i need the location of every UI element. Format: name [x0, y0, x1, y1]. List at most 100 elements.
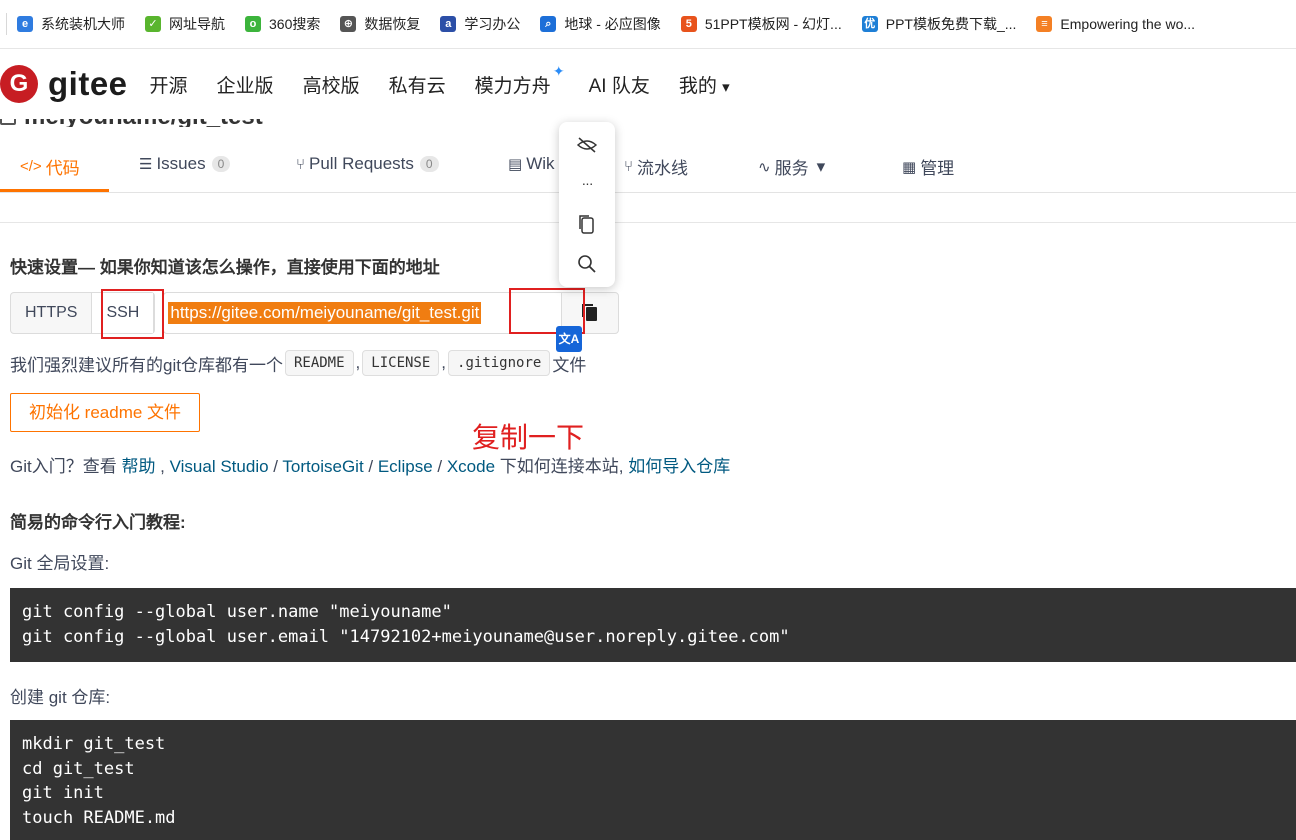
- create-repo-label: 创建 git 仓库:: [10, 688, 111, 707]
- translate-icon[interactable]: 文A: [556, 326, 582, 352]
- visual-studio-link[interactable]: Visual Studio: [170, 457, 269, 476]
- search-popup-button[interactable]: [559, 249, 615, 279]
- active-tab-underline: [0, 189, 109, 192]
- https-button[interactable]: HTTPS: [11, 293, 91, 333]
- tab-wiki-label: Wik: [526, 154, 555, 173]
- repo-title[interactable]: meiyouname/git_test: [24, 119, 263, 127]
- git-intro-prefix: Git入门？查看: [10, 457, 122, 476]
- bookmark-label: 系统装机大师: [41, 16, 125, 32]
- more-options-button[interactable]: ···: [559, 168, 615, 198]
- eclipse-link[interactable]: Eclipse: [378, 457, 433, 476]
- manage-icon: ▦: [902, 158, 917, 176]
- nav-open-source[interactable]: 开源: [150, 71, 188, 98]
- book-icon: ▤: [508, 156, 523, 173]
- tab-manage-label: 管理: [920, 159, 955, 178]
- search-icon: [578, 255, 596, 273]
- repo-icon: [0, 119, 16, 125]
- tab-issues[interactable]: ☰ Issues 0: [139, 154, 231, 174]
- xcode-link[interactable]: Xcode: [447, 457, 495, 476]
- pulse-icon: ∿: [758, 158, 771, 176]
- nav-mine[interactable]: 我的 ▾: [679, 71, 730, 98]
- search-icon: ⌕: [540, 16, 557, 32]
- create-repo-code: mkdir git_test cd git_test git init touc…: [10, 720, 1296, 840]
- issues-count-badge: 0: [211, 156, 231, 172]
- bookmark-item[interactable]: 5 51PPT模板网 - 幻灯...: [680, 14, 842, 34]
- you-icon: 优: [861, 16, 878, 32]
- bookmark-item[interactable]: ✓ 网址导航: [145, 14, 225, 34]
- tab-manage[interactable]: ▦ 管理: [902, 154, 954, 179]
- hao-icon: ✓: [145, 16, 161, 32]
- tortoisegit-link[interactable]: TortoiseGit: [282, 457, 363, 476]
- hide-popup-button[interactable]: [559, 130, 615, 160]
- init-readme-button[interactable]: 初始化 readme 文件: [10, 393, 200, 432]
- gitignore-pill: .gitignore: [448, 350, 551, 376]
- slash-1: /: [268, 457, 283, 476]
- nav-education[interactable]: 高校版: [303, 71, 360, 98]
- bookmark-item[interactable]: ≡ Empowering the wo...: [1036, 16, 1195, 32]
- nav-ai-teammate[interactable]: AI 队友: [589, 71, 650, 98]
- prs-count-badge: 0: [419, 156, 439, 172]
- bookmarks-bar: e 系统装机大师 ✓ 网址导航 o 360搜索 ⊕ 数据恢复 a 学习办公 ⌕ 地球 - 必应图像 5 5…: [0, 0, 1296, 49]
- tab-wiki[interactable]: ▤ Wik: [508, 154, 555, 174]
- 360-icon: o: [245, 16, 261, 32]
- tab-pipeline-label: 流水线: [637, 159, 689, 178]
- tab-services-label: 服务: [774, 159, 809, 178]
- recommend-prefix: 我们强烈建议所有的git仓库都有一个: [10, 355, 283, 375]
- tab-code[interactable]: </> 代码: [20, 154, 80, 179]
- tab-pull-requests-label: Pull Requests: [309, 154, 414, 173]
- tab-services[interactable]: ∿ 服务 ▾: [758, 154, 825, 179]
- selection-popup: ···: [559, 122, 615, 287]
- globe-icon: ⊕: [340, 16, 357, 32]
- stack-icon: ≡: [1036, 16, 1053, 32]
- eye-off-icon: [576, 137, 598, 153]
- git-intro-line: Git入门？查看 帮助 , Visual Studio / TortoiseGi…: [10, 452, 730, 477]
- tab-pipeline[interactable]: ⑂ 流水线: [624, 154, 688, 179]
- pull-request-icon: ⑂: [296, 155, 306, 173]
- bookmark-item[interactable]: ⊕ 数据恢复: [340, 14, 420, 34]
- globe-blue-icon: e: [17, 16, 33, 32]
- sparkle-icon: ✦: [552, 62, 565, 79]
- nav-moli-fangzhou[interactable]: 模力方舟 ✦: [474, 63, 565, 98]
- nav-enterprise[interactable]: 企业版: [217, 71, 274, 98]
- bookmark-item[interactable]: a 学习办公: [440, 14, 520, 34]
- clone-url-field[interactable]: https://gitee.com/meiyouname/git_test.gi…: [163, 292, 562, 334]
- bookmark-item[interactable]: 优 PPT模板免费下载_...: [861, 14, 1016, 34]
- chevron-down-icon: ▾: [722, 78, 730, 96]
- bookmarks-separator: [6, 13, 7, 35]
- bookmark-item[interactable]: ⌕ 地球 - 必应图像: [540, 14, 661, 34]
- gitee-logo[interactable]: G gitee: [0, 65, 128, 103]
- copy-popup-button[interactable]: [559, 210, 615, 240]
- content-divider: [0, 222, 1296, 223]
- bookmark-item[interactable]: o 360搜索: [245, 14, 320, 34]
- 51ppt-icon: 5: [680, 16, 697, 32]
- repo-tabs: </> 代码 ☰ Issues 0 ⑂ Pull Requests 0 ▤ Wi…: [0, 138, 1296, 193]
- bookmark-label: 数据恢复: [364, 16, 421, 32]
- clone-url-text: https://gitee.com/meiyouname/git_test.gi…: [168, 302, 482, 324]
- nav-private-cloud[interactable]: 私有云: [389, 71, 446, 98]
- help-link[interactable]: 帮助: [121, 457, 155, 476]
- bookmark-label: 网址导航: [169, 16, 225, 32]
- tutorial-title: 简易的命令行入门教程:: [10, 513, 186, 532]
- global-settings-code: git config --global user.name "meiyounam…: [10, 588, 1296, 662]
- recommend-suffix: 文件: [552, 355, 587, 375]
- ai-icon: a: [440, 16, 457, 32]
- nav-moli-fangzhou-label: 模力方舟: [474, 75, 551, 97]
- tab-pull-requests[interactable]: ⑂ Pull Requests 0: [296, 154, 439, 174]
- license-pill: LICENSE: [362, 350, 440, 376]
- services-caret-icon: ▾: [816, 156, 826, 176]
- gitee-brand-text: gitee: [48, 65, 128, 102]
- bookmark-item[interactable]: e 系统装机大师: [17, 14, 125, 34]
- bookmark-label: Empowering the wo...: [1060, 16, 1196, 32]
- git-intro-middle: 下如何连接本站,: [495, 457, 629, 476]
- bookmark-label: 360搜索: [269, 16, 321, 32]
- recommend-files-text: 我们强烈建议所有的git仓库都有一个 README , LICENSE , .g…: [10, 350, 586, 376]
- code-icon: </>: [20, 158, 42, 175]
- sep-1: ,: [155, 457, 170, 476]
- gitee-logo-icon: G: [0, 65, 38, 103]
- import-repo-link[interactable]: 如何导入仓库: [628, 457, 730, 476]
- copy-annotation: 复制一下: [472, 422, 585, 453]
- bookmark-label: 51PPT模板网 - 幻灯...: [704, 16, 842, 32]
- pipeline-icon: ⑂: [624, 158, 634, 175]
- nav-mine-label: 我的: [678, 75, 717, 97]
- tab-issues-label: Issues: [156, 154, 206, 173]
